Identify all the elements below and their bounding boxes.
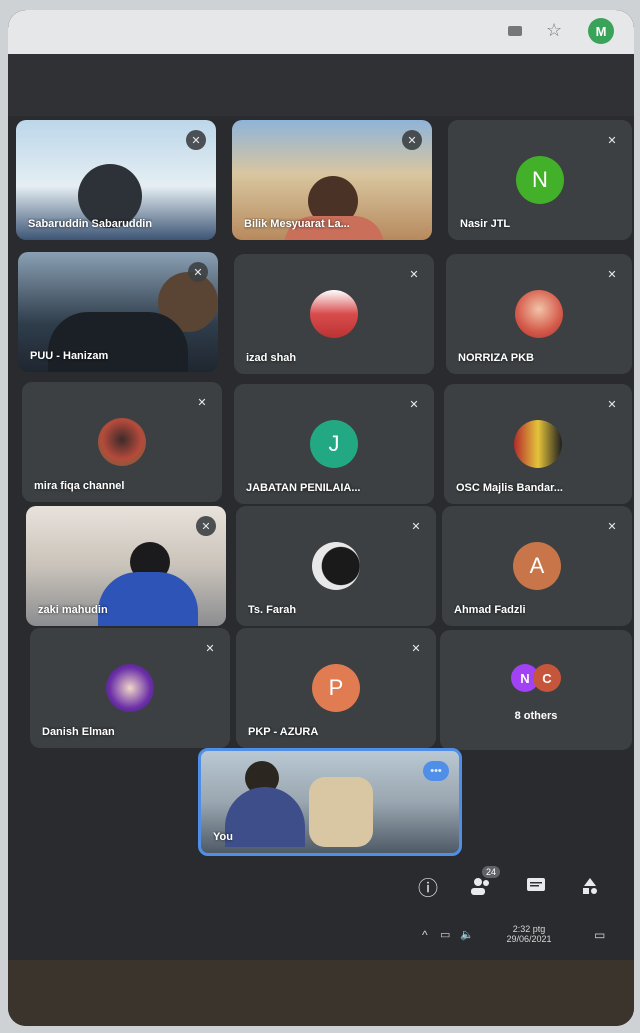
avatar (312, 542, 360, 590)
mic-off-icon: ✕ (404, 264, 424, 284)
people-count-badge: 24 (481, 866, 500, 878)
time-text: 2:32 ptg (512, 924, 546, 934)
taskbar: ^ ▭ 🔈 2:32 ptg 29/06/2021 ▭ (8, 920, 634, 960)
self-label: You (213, 831, 233, 843)
avatar (106, 664, 154, 712)
self-view-tile[interactable]: ••• You (198, 748, 462, 856)
participant-name: Bilik Mesyuarat La... (244, 218, 350, 230)
mic-off-icon: ✕ (602, 516, 622, 536)
participant-tile[interactable]: ✕ izad shah (234, 254, 434, 374)
others-tile[interactable]: N C 8 others (440, 630, 632, 750)
mic-off-icon: ✕ (196, 516, 216, 536)
mic-off-icon: ✕ (188, 262, 208, 282)
participant-tile[interactable]: A ✕ Ahmad Fadzli (442, 506, 632, 626)
participant-name: Ts. Farah (248, 604, 297, 616)
activities-icon[interactable] (578, 874, 602, 898)
others-label: 8 others (514, 710, 558, 722)
participant-name: zaki mahudin (38, 604, 108, 616)
participant-tile[interactable]: ✕ zaki mahudin (26, 506, 226, 626)
chevron-up-icon[interactable]: ^ (422, 929, 428, 941)
participant-tile[interactable]: ✕ PUU - Hanizam (18, 252, 218, 372)
clock[interactable]: 2:32 ptg 29/06/2021 (504, 924, 554, 944)
participant-name: PKP - AZURA (248, 726, 319, 738)
avatar: A (513, 542, 561, 590)
volume-icon[interactable]: 🔈 (460, 930, 474, 941)
device-screen: ☆ M ✕ Sabaruddin Sabaruddin ✕ Bilik Mesy… (8, 10, 634, 1026)
avatar: N (516, 156, 564, 204)
camera-icon[interactable] (508, 26, 522, 36)
participant-tile[interactable]: ✕ NORRIZA PKB (446, 254, 632, 374)
avatar (98, 418, 146, 466)
notification-icon[interactable]: ▭ (594, 929, 605, 941)
people-icon[interactable]: 24 (468, 866, 500, 898)
participant-name: OSC Majlis Bandar... (456, 482, 563, 494)
browser-toolbar: ☆ M (8, 10, 634, 54)
avatar: C (533, 664, 561, 692)
meeting-header (8, 54, 634, 116)
avatar: J (310, 420, 358, 468)
mic-off-icon: ✕ (200, 638, 220, 658)
mic-off-icon: ✕ (406, 516, 426, 536)
avatar (514, 420, 562, 468)
participant-tile[interactable]: ✕ Bilik Mesyuarat La... (232, 120, 432, 240)
mic-off-icon: ✕ (186, 130, 206, 150)
participant-name: Nasir JTL (460, 218, 511, 230)
profile-avatar[interactable]: M (588, 18, 614, 44)
participant-tile[interactable]: J ✕ JABATAN PENILAIA... (234, 384, 434, 504)
participant-tile[interactable]: ✕ mira fiqa channel (22, 382, 222, 502)
mic-off-icon: ✕ (602, 264, 622, 284)
date-text: 29/06/2021 (506, 934, 552, 944)
mic-off-icon: ✕ (602, 130, 622, 150)
avatar (310, 290, 358, 338)
mic-off-icon: ✕ (402, 130, 422, 150)
participant-tile[interactable]: ✕ OSC Majlis Bandar... (444, 384, 632, 504)
mic-off-icon: ✕ (404, 394, 424, 414)
participant-tile[interactable]: ✕ Sabaruddin Sabaruddin (16, 120, 216, 240)
participant-tile[interactable]: N ✕ Nasir JTL (448, 120, 632, 240)
participant-name: mira fiqa channel (34, 480, 125, 492)
others-avatars: N C (511, 664, 561, 692)
mic-off-icon: ✕ (602, 394, 622, 414)
participant-tile[interactable]: ✕ Ts. Farah (236, 506, 436, 626)
participant-name: Ahmad Fadzli (454, 604, 526, 616)
mic-off-icon: ✕ (192, 392, 212, 412)
audio-level-icon: ••• (423, 761, 449, 781)
network-icon[interactable]: ▭ (440, 930, 450, 941)
participant-name: PUU - Hanizam (30, 350, 109, 362)
participant-name: JABATAN PENILAIA... (246, 482, 361, 494)
info-icon[interactable]: ⓘ (416, 874, 440, 900)
star-icon[interactable]: ☆ (546, 20, 562, 41)
chat-icon[interactable] (524, 874, 548, 898)
avatar (515, 290, 563, 338)
avatar: P (312, 664, 360, 712)
participant-name: NORRIZA PKB (458, 352, 534, 364)
monitor-bezel (8, 960, 634, 1026)
participant-tile[interactable]: ✕ Danish Elman (30, 628, 230, 748)
participant-tile[interactable]: P ✕ PKP - AZURA (236, 628, 436, 748)
participant-name: Danish Elman (42, 726, 115, 738)
participant-name: izad shah (246, 352, 297, 364)
mic-off-icon: ✕ (406, 638, 426, 658)
participant-name: Sabaruddin Sabaruddin (28, 218, 153, 230)
